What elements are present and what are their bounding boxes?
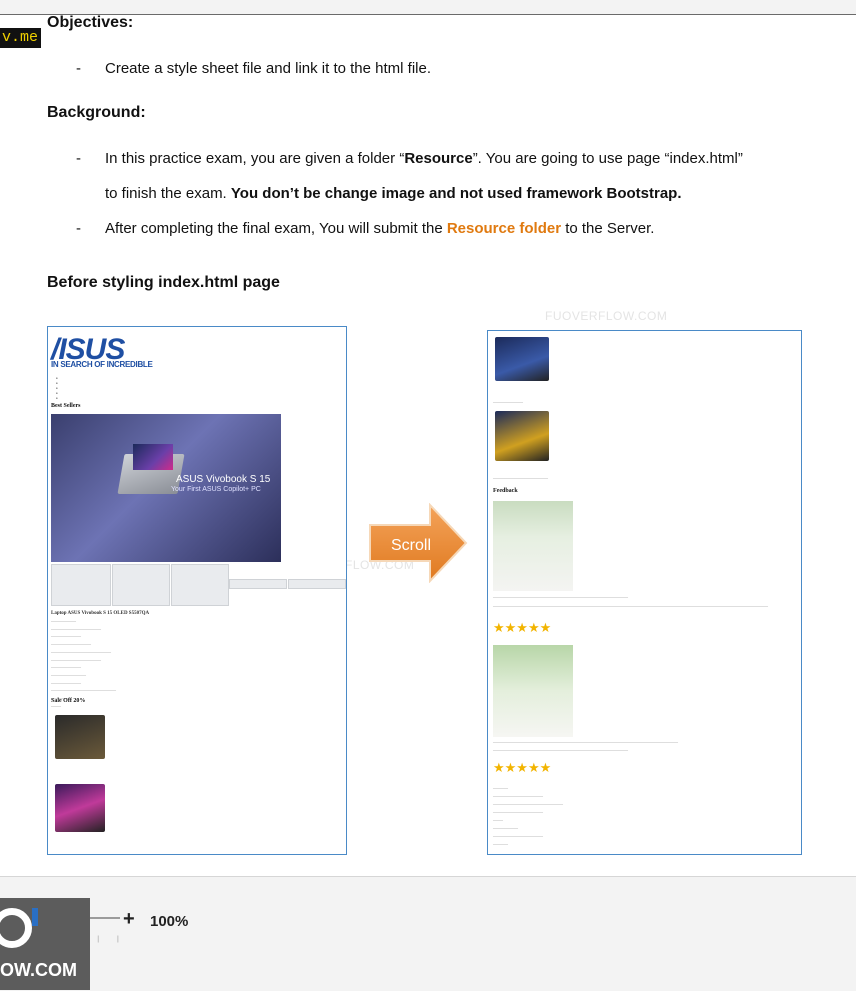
best-sellers-heading: Best Sellers [51,403,81,409]
folder-name: Resource [404,150,473,167]
product-thumbnail [51,564,111,606]
caption: —————— [493,401,523,406]
text: to the Server. [561,220,655,237]
feedback-heading: Feedback [493,488,518,494]
text: to finish the exam. [105,185,231,202]
review-text: ————————————————————————————————————— [493,741,678,746]
review-text: ————————————————————————————————————————… [493,605,768,610]
rating-stars: ★★★★★ [493,760,552,775]
text: After completing the final exam, You wil… [105,220,447,237]
tagline: IN SEARCH OF INCREDIBLE [51,360,153,369]
top-bar [0,0,856,14]
scroll-arrow-icon: Scroll [369,503,468,583]
laptop-image [495,411,549,461]
reviewer-photo [493,501,573,591]
caption: ——————————— [493,477,548,482]
product-thumbnail [171,564,229,606]
corner-tag: v.me [0,28,42,48]
laptop-image [55,784,105,832]
product-thumbnail [288,579,346,589]
laptop-image [55,715,105,759]
review-text: ——————————————————————————— [493,596,628,601]
review-text: ——————————————————————————— [493,749,628,754]
background-item-2: After completing the final exam, You wil… [105,219,654,239]
background-item-1: In this practice exam, you are given a f… [105,149,743,169]
objectives-heading: Objectives: [47,14,134,31]
reviewer-photo [493,645,573,737]
bullet-dash: - [76,60,81,77]
banner-subtitle: Your First ASUS Copilot+ PC [171,486,261,493]
rating-stars: ★★★★★ [493,620,552,635]
viewer-bottom-bar [0,876,856,991]
background-item-1-line-2: to finish the exam. You don’t be change … [105,184,682,204]
zoom-in-button[interactable]: + [123,908,135,931]
product-thumbnail [229,579,287,589]
text: ”. You are going to use page “index.html… [472,150,743,167]
sale-heading: Sale Off 20% [51,698,86,704]
background-heading: Background: [47,104,146,121]
before-screenshot-right: —————— ——————————— Feedback ————————————… [487,330,802,855]
zoom-slider-thumb[interactable] [32,908,38,926]
objective-item: Create a style sheet file and link it to… [105,60,431,77]
product-title: Laptop ASUS Vivobook S 15 OLED S5507QA [51,611,150,616]
before-styling-heading: Before styling index.html page [47,274,280,291]
laptop-screen [133,444,173,470]
watermark-logo-text: OW.COM [0,960,77,980]
nav-list: • • • • • [56,377,58,402]
text: In this practice exam, you are given a f… [105,150,405,167]
laptop-image [495,337,549,381]
bullet-dash: - [76,220,81,237]
zoom-level[interactable]: 100% [150,913,188,930]
resource-folder-text: Resource folder [446,220,562,237]
watermark: FUOVERFLOW.COM [545,309,668,323]
before-screenshot-left: /ISUS IN SEARCH OF INCREDIBLE • • • • • Best… [47,326,347,855]
rule-text: You don’t be change image and not used f… [230,185,682,202]
footer-info: ——— —————————— —————————————— —————————— —— —… [493,787,563,848]
banner-title: ASUS Vivobook S 15 [176,474,271,485]
arrow-label: Scroll [391,537,431,554]
bullet-dash: - [76,150,81,167]
banner-image: ASUS Vivobook S 15 Your First ASUS Copil… [51,414,281,562]
product-thumbnail [112,564,170,606]
